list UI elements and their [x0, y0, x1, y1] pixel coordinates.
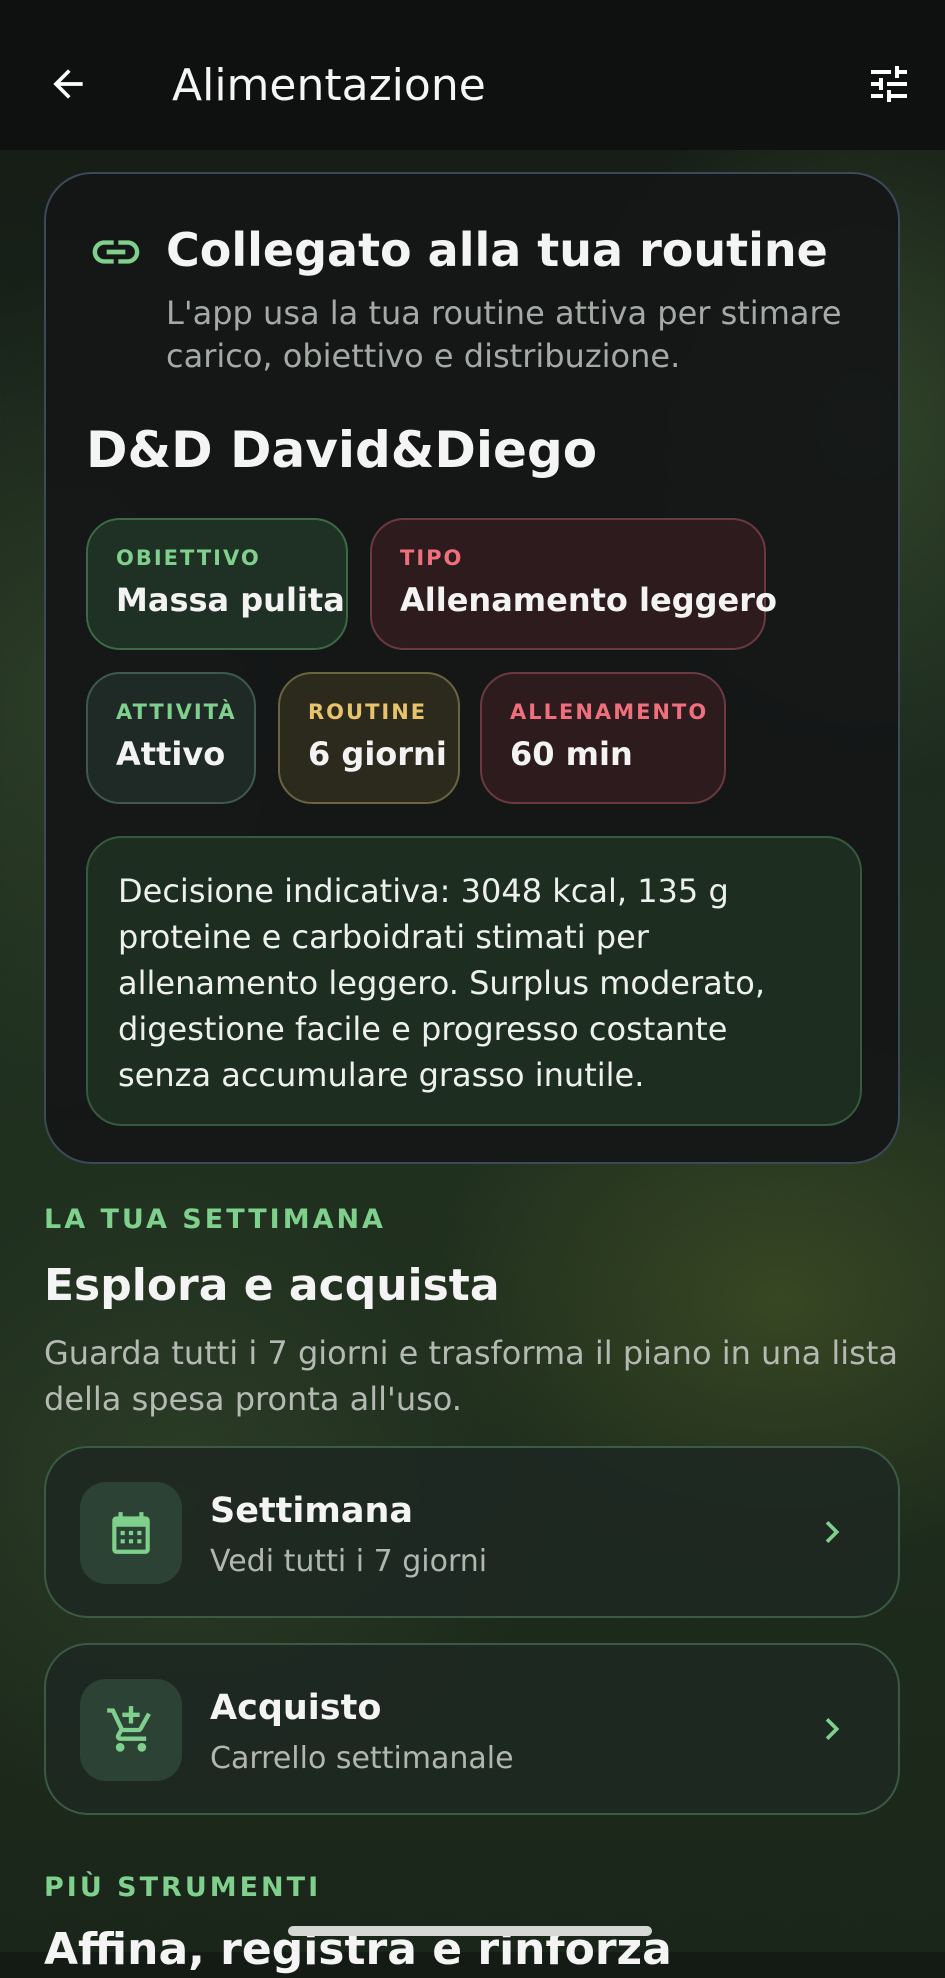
chip-obiettivo: OBIETTIVO Massa pulita: [86, 518, 348, 650]
routine-name: D&D David&Diego: [86, 421, 598, 479]
add-shopping-cart-icon: [107, 1706, 151, 1752]
card-title: Collegato alla tua routine: [166, 223, 828, 277]
routine-card: Collegato alla tua routine L'app usa la …: [44, 172, 900, 1164]
top-app-bar: Alimentazione: [0, 0, 945, 150]
purchase-card-subtitle: Carrello settimanale: [210, 1741, 514, 1776]
section-description-week: Guarda tutti i 7 giorni e trasforma il p…: [44, 1334, 898, 1418]
week-card-title: Settimana: [210, 1491, 414, 1531]
chip-allenamento: ALLENAMENTO 60 min: [480, 672, 726, 804]
chevron-right-icon: [808, 1508, 856, 1556]
link-icon: [92, 240, 140, 264]
purchase-card-button[interactable]: Acquisto Carrello settimanale: [44, 1643, 900, 1815]
chip-value: Allenamento leggero: [400, 581, 777, 619]
tune-icon: [871, 66, 907, 102]
purchase-card-title: Acquisto: [210, 1688, 382, 1728]
back-button[interactable]: [40, 56, 96, 112]
chevron-right-icon: [808, 1705, 856, 1753]
chip-value: Massa pulita: [116, 581, 345, 619]
decision-note: Decisione indicativa: 3048 kcal, 135 g p…: [86, 836, 862, 1126]
chip-label: ROUTINE: [308, 700, 428, 724]
section-kicker-tools: PIÙ STRUMENTI: [44, 1872, 322, 1903]
section-title-week: Esplora e acquista: [44, 1260, 500, 1311]
chip-label: ALLENAMENTO: [510, 700, 709, 724]
week-icon-container: [80, 1482, 182, 1584]
chip-tipo: TIPO Allenamento leggero: [370, 518, 777, 650]
home-indicator[interactable]: [288, 1926, 652, 1936]
chip-value: 6 giorni: [308, 735, 447, 773]
purchase-icon-container: [80, 1679, 182, 1781]
page-title: Alimentazione: [172, 60, 486, 111]
week-card-subtitle: Vedi tutti i 7 giorni: [210, 1544, 488, 1579]
chip-attivita: ATTIVITÀ Attivo: [86, 672, 256, 804]
chip-routine: ROUTINE 6 giorni: [278, 672, 460, 804]
chip-label: OBIETTIVO: [116, 546, 261, 570]
arrow-back-icon: [53, 69, 83, 99]
chip-label: TIPO: [400, 546, 464, 570]
chip-value: 60 min: [510, 735, 633, 773]
card-subtitle: L'app usa la tua routine attiva per stim…: [166, 294, 842, 375]
filter-button[interactable]: [861, 56, 917, 112]
chip-value: Attivo: [116, 735, 226, 773]
calendar-icon: [112, 1512, 150, 1554]
week-card-button[interactable]: Settimana Vedi tutti i 7 giorni: [44, 1446, 900, 1618]
section-kicker-week: LA TUA SETTIMANA: [44, 1204, 386, 1235]
chip-label: ATTIVITÀ: [116, 700, 237, 724]
